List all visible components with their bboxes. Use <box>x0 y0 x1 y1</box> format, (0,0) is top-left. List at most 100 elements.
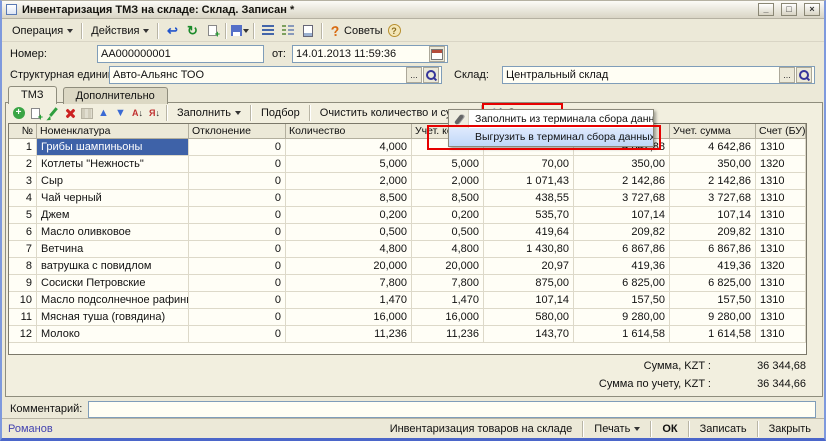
cell-qty[interactable]: 20,000 <box>286 258 412 275</box>
tab-additional[interactable]: Дополнительно <box>63 87 168 104</box>
cell-qty[interactable]: 8,500 <box>286 190 412 207</box>
help-button[interactable]: ? <box>388 24 401 37</box>
close-button[interactable]: × <box>804 3 820 16</box>
add-row-button[interactable]: + <box>10 106 27 121</box>
cell-sum[interactable]: 157,50 <box>574 292 670 309</box>
cell-sum[interactable]: 107,14 <box>574 207 670 224</box>
cell-sum[interactable]: 1 614,58 <box>574 326 670 343</box>
cell-acc-sum[interactable]: 350,00 <box>670 156 756 173</box>
cell-acc-sum[interactable]: 3 727,68 <box>670 190 756 207</box>
cell-acc-sum[interactable]: 2 142,86 <box>670 173 756 190</box>
unit-search-button[interactable] <box>423 67 439 83</box>
new-document-button[interactable]: + <box>202 22 222 40</box>
cell-name[interactable]: Масло оливковое <box>37 224 189 241</box>
cell-acc-qty[interactable]: 20,000 <box>412 258 484 275</box>
cell-acc-qty[interactable]: 4,800 <box>412 241 484 258</box>
cell-price[interactable]: 1 430,80 <box>484 241 574 258</box>
cell-account[interactable]: 1310 <box>756 139 806 156</box>
cell-num[interactable]: 7 <box>9 241 37 258</box>
unit-lookup-button[interactable]: ... <box>406 67 422 83</box>
menu-item[interactable]: Выгрузить в терминал сбора данных <box>449 128 653 146</box>
refresh-button[interactable]: ↻ <box>182 22 202 40</box>
cell-deviation[interactable]: 0 <box>189 139 286 156</box>
cell-qty[interactable]: 1,470 <box>286 292 412 309</box>
operation-menu[interactable]: Операция <box>7 23 78 39</box>
cell-price[interactable]: 580,00 <box>484 309 574 326</box>
cell-sum[interactable]: 350,00 <box>574 156 670 173</box>
cell-name[interactable]: Ветчина <box>37 241 189 258</box>
cell-qty[interactable]: 7,800 <box>286 275 412 292</box>
cell-name[interactable]: ватрушка с повидлом <box>37 258 189 275</box>
copy-row-button[interactable]: + <box>27 106 44 121</box>
cell-name[interactable]: Котлеты "Нежность" <box>37 156 189 173</box>
cell-deviation[interactable]: 0 <box>189 309 286 326</box>
cell-price[interactable]: 1 071,43 <box>484 173 574 190</box>
cell-sum[interactable]: 419,36 <box>574 258 670 275</box>
edit-row-button[interactable] <box>44 106 61 121</box>
cell-name[interactable]: Молоко <box>37 326 189 343</box>
cell-deviation[interactable]: 0 <box>189 292 286 309</box>
cell-sum[interactable]: 6 825,00 <box>574 275 670 292</box>
cell-acc-qty[interactable]: 7,800 <box>412 275 484 292</box>
cell-acc-qty[interactable]: 11,236 <box>412 326 484 343</box>
cell-num[interactable]: 5 <box>9 207 37 224</box>
go-to-button[interactable] <box>230 22 250 40</box>
cell-qty[interactable]: 0,200 <box>286 207 412 224</box>
move-up-button[interactable]: ▲ <box>95 106 112 121</box>
cell-account[interactable]: 1310 <box>756 190 806 207</box>
cell-qty[interactable]: 2,000 <box>286 173 412 190</box>
ok-button[interactable]: ОК <box>655 422 684 436</box>
cell-num[interactable]: 3 <box>9 173 37 190</box>
close-doc-button[interactable]: Закрыть <box>762 422 818 436</box>
warehouse-lookup-button[interactable]: ... <box>779 67 795 83</box>
unit-field[interactable]: Авто-Альянс ТОО... <box>109 66 442 84</box>
tips-button[interactable]: ?Советы <box>326 23 387 39</box>
cell-account[interactable]: 1310 <box>756 326 806 343</box>
fill-button[interactable]: Заполнить <box>171 106 247 120</box>
cell-deviation[interactable]: 0 <box>189 326 286 343</box>
comment-input[interactable] <box>88 401 816 418</box>
cell-account[interactable]: 1310 <box>756 241 806 258</box>
report-button[interactable] <box>298 22 318 40</box>
delete-row-button[interactable] <box>61 106 78 121</box>
tab-tmz[interactable]: ТМЗ <box>8 86 57 104</box>
cell-deviation[interactable]: 0 <box>189 173 286 190</box>
cell-qty[interactable]: 4,000 <box>286 139 412 156</box>
cell-acc-qty[interactable]: 0,500 <box>412 224 484 241</box>
cell-price[interactable]: 143,70 <box>484 326 574 343</box>
cell-price[interactable]: 107,14 <box>484 292 574 309</box>
cell-acc-sum[interactable]: 6 825,00 <box>670 275 756 292</box>
sort-desc-button[interactable]: Я↓ <box>146 106 163 121</box>
cell-sum[interactable]: 9 280,00 <box>574 309 670 326</box>
cell-acc-sum[interactable]: 157,50 <box>670 292 756 309</box>
cell-deviation[interactable]: 0 <box>189 241 286 258</box>
cell-name[interactable]: Масло подсолнечное рафиниро... <box>37 292 189 309</box>
cell-deviation[interactable]: 0 <box>189 224 286 241</box>
cell-name[interactable]: Сыр <box>37 173 189 190</box>
structure-button[interactable] <box>258 22 278 40</box>
cell-acc-qty[interactable]: 8,500 <box>412 190 484 207</box>
cell-account[interactable]: 1310 <box>756 224 806 241</box>
cell-account[interactable]: 1310 <box>756 275 806 292</box>
reread-button[interactable]: ↩ <box>162 22 182 40</box>
cell-num[interactable]: 11 <box>9 309 37 326</box>
cell-acc-sum[interactable]: 209,82 <box>670 224 756 241</box>
pick-button[interactable]: Подбор <box>255 106 306 120</box>
cell-deviation[interactable]: 0 <box>189 275 286 292</box>
cell-qty[interactable]: 16,000 <box>286 309 412 326</box>
cell-account[interactable]: 1320 <box>756 258 806 275</box>
cell-sum[interactable]: 2 142,86 <box>574 173 670 190</box>
cell-price[interactable]: 419,64 <box>484 224 574 241</box>
cell-num[interactable]: 2 <box>9 156 37 173</box>
settings-list-button[interactable] <box>278 22 298 40</box>
cell-deviation[interactable]: 0 <box>189 156 286 173</box>
cell-qty[interactable]: 0,500 <box>286 224 412 241</box>
cell-sum[interactable]: 209,82 <box>574 224 670 241</box>
cell-deviation[interactable]: 0 <box>189 207 286 224</box>
actions-menu[interactable]: Действия <box>86 23 154 39</box>
cell-name[interactable]: Джем <box>37 207 189 224</box>
cell-account[interactable]: 1310 <box>756 173 806 190</box>
cell-acc-qty[interactable]: 1,470 <box>412 292 484 309</box>
calendar-button[interactable] <box>429 46 445 62</box>
cell-name[interactable]: Грибы шампиньоны <box>37 139 189 156</box>
